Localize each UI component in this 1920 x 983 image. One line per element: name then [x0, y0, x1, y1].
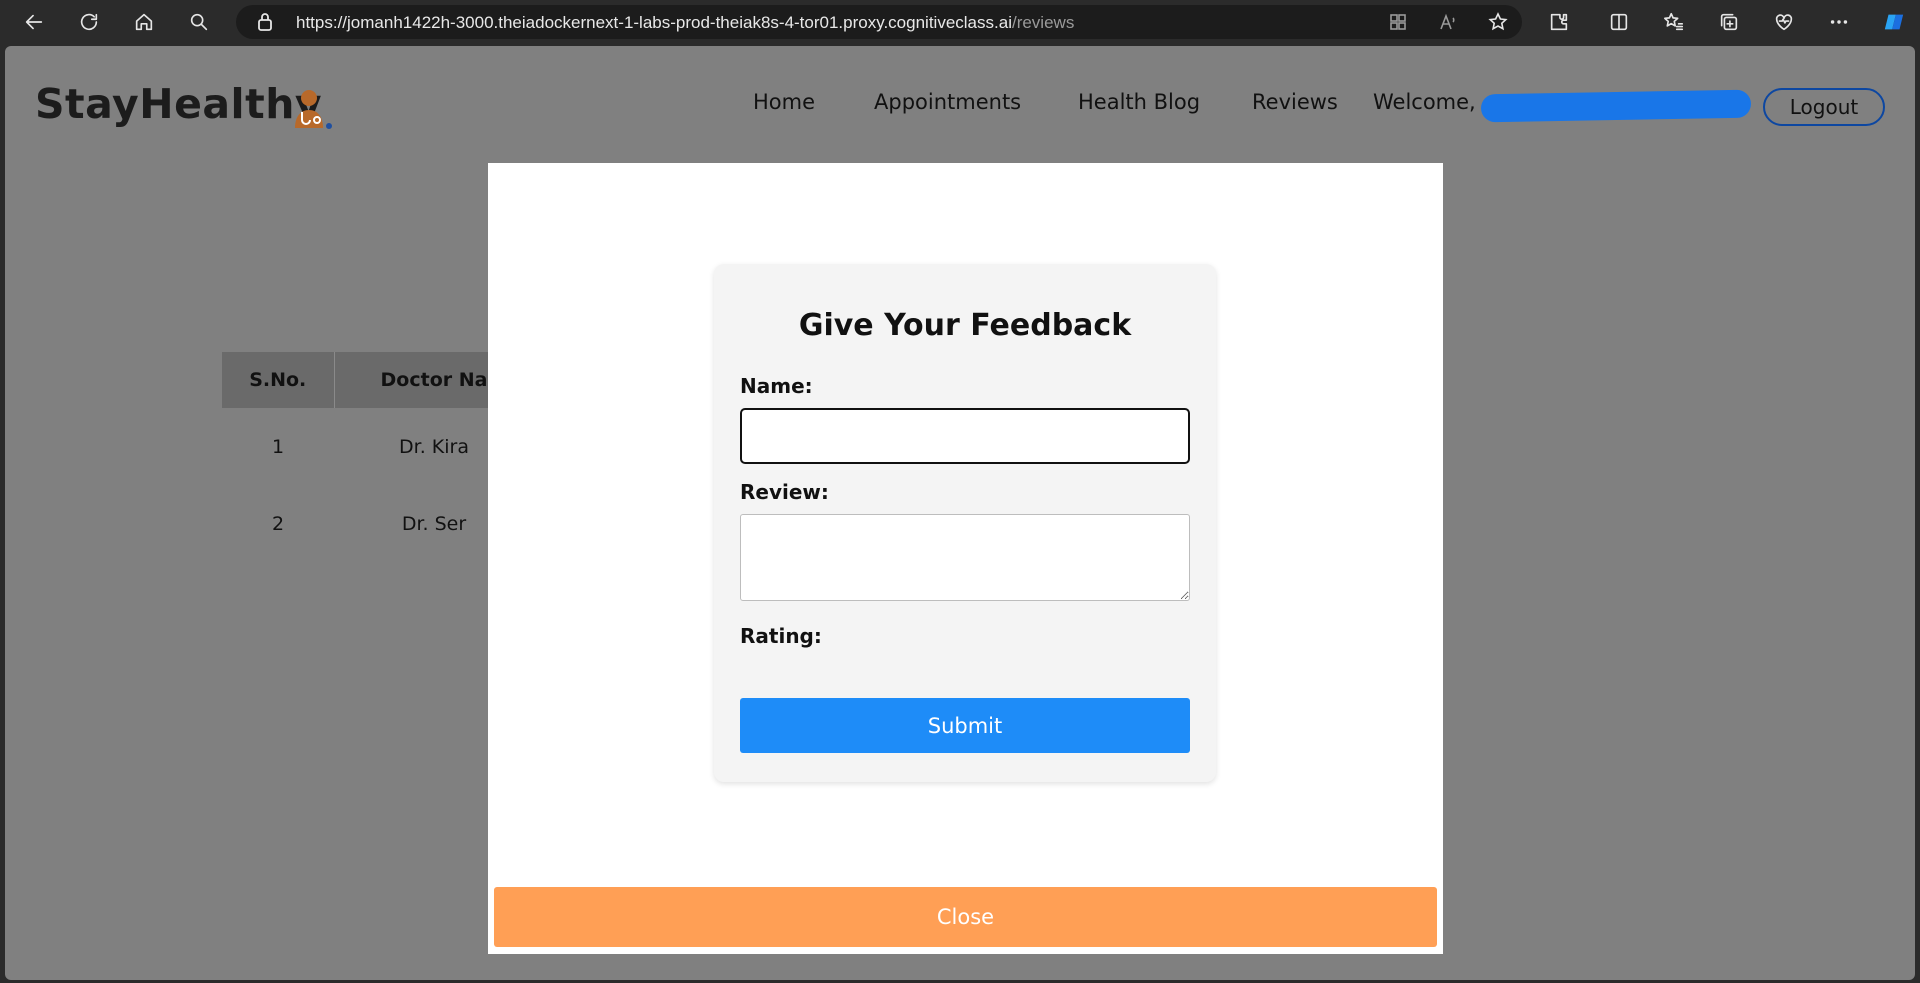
- brand-name[interactable]: StayHealthy: [35, 80, 322, 128]
- copilot-icon[interactable]: [1876, 4, 1912, 40]
- search-icon[interactable]: [181, 4, 217, 40]
- lock-icon[interactable]: [256, 12, 274, 36]
- logout-button[interactable]: Logout: [1763, 88, 1885, 126]
- collections-icon[interactable]: [1711, 4, 1747, 40]
- review-textarea[interactable]: [740, 514, 1190, 601]
- nav-home[interactable]: Home: [753, 90, 815, 114]
- browser-essentials-icon[interactable]: [1766, 4, 1802, 40]
- column-header-sno: S.No.: [222, 352, 335, 408]
- close-button[interactable]: Close: [494, 887, 1437, 947]
- feedback-modal: Give Your Feedback Name: Review: Rating:…: [488, 163, 1443, 954]
- favorites-icon[interactable]: [1656, 4, 1692, 40]
- nav-reviews[interactable]: Reviews: [1252, 90, 1338, 114]
- app-available-icon[interactable]: [1384, 10, 1412, 34]
- nav-appointments[interactable]: Appointments: [874, 90, 1021, 114]
- page-content: StayHealthy Home Appointments Health Blo…: [5, 46, 1915, 980]
- back-icon[interactable]: [16, 4, 52, 40]
- review-label: Review:: [740, 480, 829, 504]
- address-bar[interactable]: https://jomanh1422h-3000.theiadockernext…: [236, 5, 1522, 39]
- table-cell: 2: [271, 512, 285, 535]
- welcome-text: Welcome,: [1373, 90, 1476, 114]
- read-aloud-icon[interactable]: [1434, 10, 1462, 34]
- redacted-username: [1480, 89, 1752, 123]
- feedback-form: Give Your Feedback Name: Review: Rating:…: [714, 264, 1216, 782]
- table-cell: 1: [271, 435, 285, 458]
- rating-label: Rating:: [740, 624, 822, 648]
- extensions-icon[interactable]: [1541, 4, 1577, 40]
- refresh-icon[interactable]: [71, 4, 107, 40]
- submit-button[interactable]: Submit: [740, 698, 1190, 753]
- more-options-icon[interactable]: [1821, 4, 1857, 40]
- nav-health-blog[interactable]: Health Blog: [1078, 90, 1200, 114]
- favorite-star-icon[interactable]: [1484, 10, 1512, 34]
- split-screen-icon[interactable]: [1601, 4, 1637, 40]
- doctor-logo-icon[interactable]: [290, 88, 334, 130]
- form-title: Give Your Feedback: [798, 308, 1132, 343]
- home-icon[interactable]: [126, 4, 162, 40]
- name-label: Name:: [740, 374, 813, 398]
- name-input[interactable]: [740, 408, 1190, 464]
- browser-toolbar: https://jomanh1422h-3000.theiadockernext…: [0, 0, 1920, 44]
- url-text[interactable]: https://jomanh1422h-3000.theiadockernext…: [296, 13, 1074, 33]
